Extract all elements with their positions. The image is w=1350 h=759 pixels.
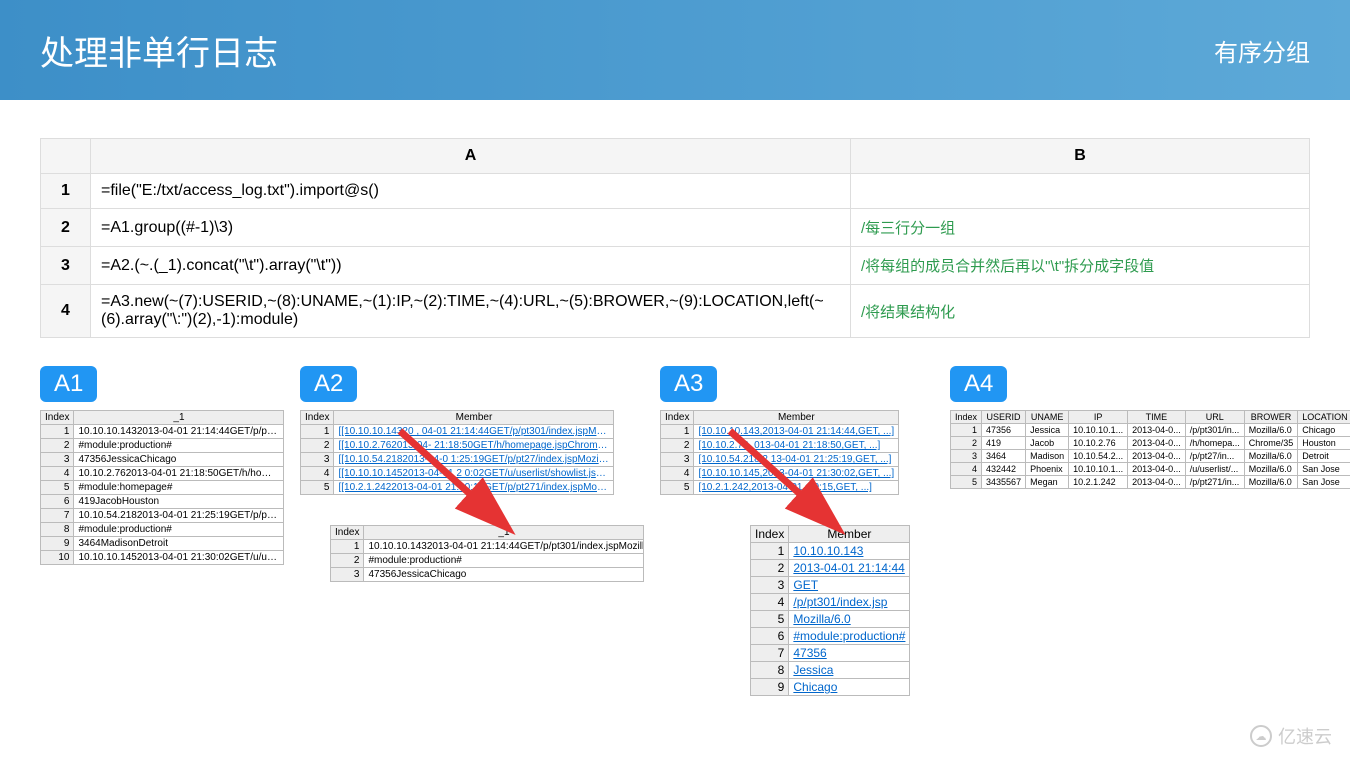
cell-b: /将结果结构化 — [851, 285, 1310, 338]
a2-table: IndexMember 1[[10.10.10.14320 , 04-01 21… — [300, 410, 614, 495]
code-row: 2 =A1.group((#-1)\3) /每三行分一组 — [41, 209, 1310, 247]
row-num: 4 — [41, 285, 91, 338]
page-subtitle: 有序分组 — [1214, 33, 1310, 68]
code-table: A B 1 =file("E:/txt/access_log.txt").imp… — [40, 138, 1310, 338]
a4-table: Index USERID UNAME IP TIME URL BROWER LO… — [950, 410, 1350, 489]
cell-a: =A3.new(~(7):USERID,~(8):UNAME,~(1):IP,~… — [91, 285, 851, 338]
cell-b: /将每组的成员合并然后再以"\t"拆分成字段值 — [851, 247, 1310, 285]
cloud-icon: ☁ — [1250, 725, 1272, 747]
cell-b — [851, 174, 1310, 209]
col-a-header: A — [91, 139, 851, 174]
badge-a3: A3 — [660, 366, 717, 402]
col-b-header: B — [851, 139, 1310, 174]
a2-sub-table: Index_1 110.10.10.1432013-04-01 21:14:44… — [330, 525, 644, 582]
panel-a3: A3 IndexMember 1[10.10.10.143,2013-04-01… — [660, 366, 910, 696]
cell-b: /每三行分一组 — [851, 209, 1310, 247]
panel-a4: A4 Index USERID UNAME IP TIME URL BROWER… — [950, 366, 1350, 489]
row-num: 2 — [41, 209, 91, 247]
row-num: 3 — [41, 247, 91, 285]
cell-a: =file("E:/txt/access_log.txt").import@s(… — [91, 174, 851, 209]
page-header: 处理非单行日志 有序分组 — [0, 0, 1350, 100]
panel-a1: A1 Index_1 110.10.10.1432013-04-01 21:14… — [40, 366, 284, 565]
watermark: ☁ 亿速云 — [1250, 723, 1332, 749]
code-row: 4 =A3.new(~(7):USERID,~(8):UNAME,~(1):IP… — [41, 285, 1310, 338]
badge-a1: A1 — [40, 366, 97, 402]
code-row: 3 =A2.(~.(_1).concat("\t").array("\t")) … — [41, 247, 1310, 285]
cell-a: =A2.(~.(_1).concat("\t").array("\t")) — [91, 247, 851, 285]
a3-sub-table: IndexMember 110.10.10.143 22013-04-01 21… — [750, 525, 910, 696]
badge-a4: A4 — [950, 366, 1007, 402]
hdr: _1 — [74, 411, 284, 425]
col-blank — [41, 139, 91, 174]
page-title: 处理非单行日志 — [40, 26, 278, 75]
a3-table: IndexMember 1[10.10.10.143,2013-04-01 21… — [660, 410, 899, 495]
row-num: 1 — [41, 174, 91, 209]
cell-a: =A1.group((#-1)\3) — [91, 209, 851, 247]
watermark-text: 亿速云 — [1278, 723, 1332, 749]
a1-table: Index_1 110.10.10.1432013-04-01 21:14:44… — [40, 410, 284, 565]
content-area: A B 1 =file("E:/txt/access_log.txt").imp… — [0, 100, 1350, 366]
hdr: Index — [41, 411, 74, 425]
code-row: 1 =file("E:/txt/access_log.txt").import@… — [41, 174, 1310, 209]
badge-a2: A2 — [300, 366, 357, 402]
panel-a2: A2 IndexMember 1[[10.10.10.14320 , 04-01… — [300, 366, 644, 582]
